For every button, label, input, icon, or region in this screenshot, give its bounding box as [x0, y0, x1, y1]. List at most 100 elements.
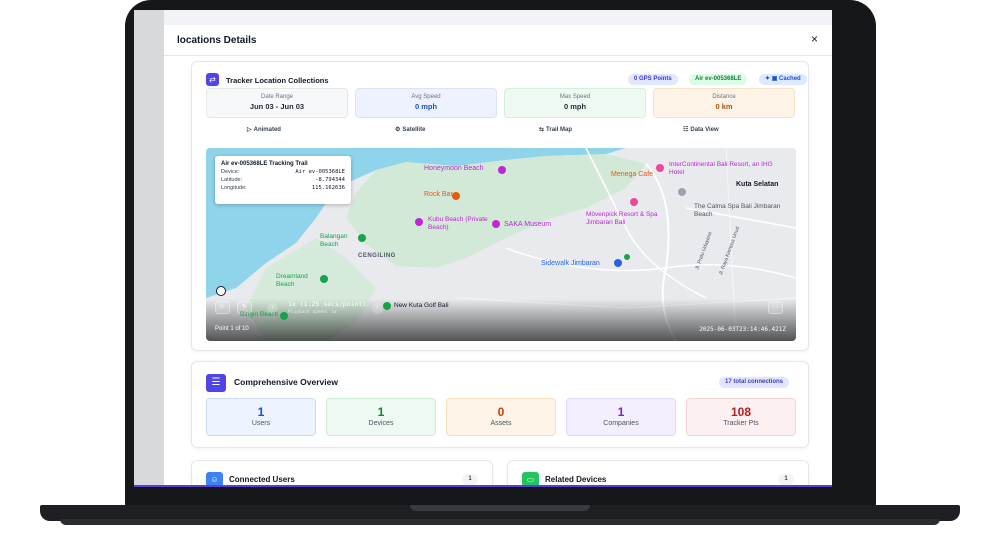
trail-point-marker[interactable]: [216, 286, 226, 296]
poi-marker[interactable]: [280, 312, 288, 320]
stat-label: Users: [251, 420, 271, 427]
stat-max-speed: Max Speed 0 mph: [504, 88, 646, 118]
stat-value: 0 mph: [563, 102, 587, 111]
data-view-button[interactable]: ☷ Data View: [683, 126, 719, 133]
trail-map-label: Trail Map: [546, 127, 573, 133]
popup-title: Air ev-005368LE Tracking Trail: [221, 161, 308, 167]
database-icon: ☰: [206, 374, 226, 392]
modal-title: locations Details: [177, 35, 257, 46]
poi-marker[interactable]: [415, 218, 423, 226]
laptop-base-foot: [60, 519, 940, 525]
play-icon: ▷: [247, 127, 252, 133]
map-icon: ⇆: [539, 127, 545, 133]
stat-value: 0 mph: [414, 102, 438, 111]
overview-stat-tracker-pts[interactable]: 108 Tracker Pts: [686, 398, 796, 436]
point-timestamp: 2025-06-03T23:14:46.421Z: [699, 326, 786, 333]
comprehensive-overview-card: ☰ Comprehensive Overview 17 total connec…: [191, 361, 809, 448]
popup-row-longitude: Longitude: 115.162636: [221, 185, 345, 191]
satellite-button[interactable]: ⚙ Satellite: [395, 126, 425, 133]
map-label-saka: SAKA Museum: [504, 221, 552, 228]
poi-marker[interactable]: [320, 275, 328, 283]
popup-row-device: Device: Air ev-005368LE: [221, 169, 345, 175]
overview-title: Comprehensive Overview: [234, 377, 338, 387]
stat-value: 0 km: [715, 102, 733, 111]
close-icon[interactable]: ×: [811, 32, 818, 46]
map-label-golf: New Kuta Golf Bali: [394, 302, 449, 309]
data-view-label: Data View: [690, 127, 719, 133]
map-label-kuta-selatan: Kuta Selatan: [736, 181, 779, 188]
map-label-bingin: Bingin Beach: [240, 311, 279, 318]
trail-map[interactable]: Honeymoon Beach Menega Cafe InterContine…: [206, 148, 796, 341]
stat-label: Max Speed: [559, 94, 591, 100]
animated-button[interactable]: ▷ Animated: [247, 126, 281, 133]
backdrop-overlay: [134, 10, 164, 487]
poi-marker[interactable]: [452, 192, 460, 200]
popup-label: Latitude:: [221, 177, 243, 183]
play-button[interactable]: ▷: [215, 301, 230, 314]
stat-label: Tracker Pts: [723, 420, 759, 427]
overview-stat-devices[interactable]: 1 Devices: [326, 398, 436, 436]
stat-value: 1: [617, 405, 625, 419]
fullscreen-icon: ⛶: [773, 304, 778, 310]
tracker-location-card: ⇄ Tracker Location Collections 0 GPS Poi…: [191, 61, 809, 351]
overview-stat-assets[interactable]: 0 Assets: [446, 398, 556, 436]
popup-row-latitude: Latitude: -8.794344: [221, 177, 345, 183]
poi-marker[interactable]: [498, 166, 506, 174]
overview-stat-companies[interactable]: 1 Companies: [566, 398, 676, 436]
stat-value: 0: [497, 405, 505, 419]
locations-details-modal: locations Details × ⇄ Tracker Location C…: [164, 25, 832, 487]
trail-map-button[interactable]: ⇆ Trail Map: [539, 126, 572, 133]
poi-marker[interactable]: [656, 164, 664, 172]
stat-label: Date Range: [260, 94, 294, 100]
poi-marker[interactable]: [492, 220, 500, 228]
stat-value: 1: [377, 405, 385, 419]
map-label-intercontinental: InterContinental Bali Resort, an IHG Hot…: [669, 161, 773, 176]
stat-label: Avg Speed: [411, 94, 441, 100]
poi-marker[interactable]: [624, 254, 630, 260]
map-label-honeymoon: Honeymoon Beach: [424, 165, 484, 172]
sparkle-icon: ✦ ▣: [765, 76, 780, 82]
connected-users-card[interactable]: ☺ Connected Users 1: [191, 460, 493, 487]
poi-marker[interactable]: [678, 188, 686, 196]
map-label-balangan: Balangan Beach: [320, 233, 348, 248]
map-label-rockbar: Rock Bar: [424, 191, 453, 198]
popup-value: Air ev-005368LE: [295, 169, 345, 175]
screen-accent-line: [134, 485, 832, 487]
animated-label: Animated: [253, 127, 281, 133]
point-counter: Point 1 of 10: [215, 326, 249, 332]
map-label-dreamland: Dreamland Beach: [276, 273, 308, 288]
map-label-sidewalk: Sidewalk Jimbaran: [541, 260, 600, 267]
satellite-label: Satellite: [402, 127, 426, 133]
related-devices-card[interactable]: ▭ Related Devices 1: [507, 460, 809, 487]
map-label-movenpick: Mövenpick Resort & Spa Jimbaran Bali: [586, 211, 658, 226]
satellite-icon: ⚙: [395, 127, 401, 133]
reset-icon: ↻: [241, 304, 248, 310]
chevron-right-icon: ›: [376, 305, 379, 311]
play-icon: ▷: [220, 304, 225, 310]
tracker-title: Tracker Location Collections: [226, 76, 329, 85]
stat-value: 108: [730, 405, 752, 419]
poi-marker[interactable]: [383, 302, 391, 310]
related-devices-count: 1: [778, 474, 794, 485]
popup-label: Device:: [221, 169, 240, 175]
map-label-menega: Menega Cafe: [611, 171, 654, 178]
next-button[interactable]: ›: [372, 303, 383, 314]
modal-divider: [164, 55, 832, 56]
stat-value: 1: [257, 405, 265, 419]
overview-stat-users[interactable]: 1 Users: [206, 398, 316, 436]
stat-date-range: Date Range Jun 03 - Jun 03: [206, 88, 348, 118]
connected-users-count: 1: [462, 474, 478, 485]
stat-value: Jun 03 - Jun 03: [249, 102, 305, 111]
map-label-calma: The Calma Spa Bali Jimbaran Beach: [694, 203, 781, 218]
trail-popup: Air ev-005368LE Tracking Trail Device: Ai…: [215, 156, 351, 204]
table-icon: ☷: [683, 127, 689, 133]
playback-speed-note: Playback speed: 1x: [288, 310, 337, 315]
laptop-notch: [410, 505, 590, 511]
cached-badge: ✦ ▣ Cached: [759, 74, 807, 85]
related-devices-title: Related Devices: [545, 475, 607, 484]
stat-label: Assets: [490, 420, 512, 427]
connections-badge: 17 total connections: [719, 377, 790, 388]
poi-marker[interactable]: [630, 198, 638, 206]
fullscreen-button[interactable]: ⛶: [768, 301, 783, 314]
poi-marker[interactable]: [614, 259, 622, 267]
